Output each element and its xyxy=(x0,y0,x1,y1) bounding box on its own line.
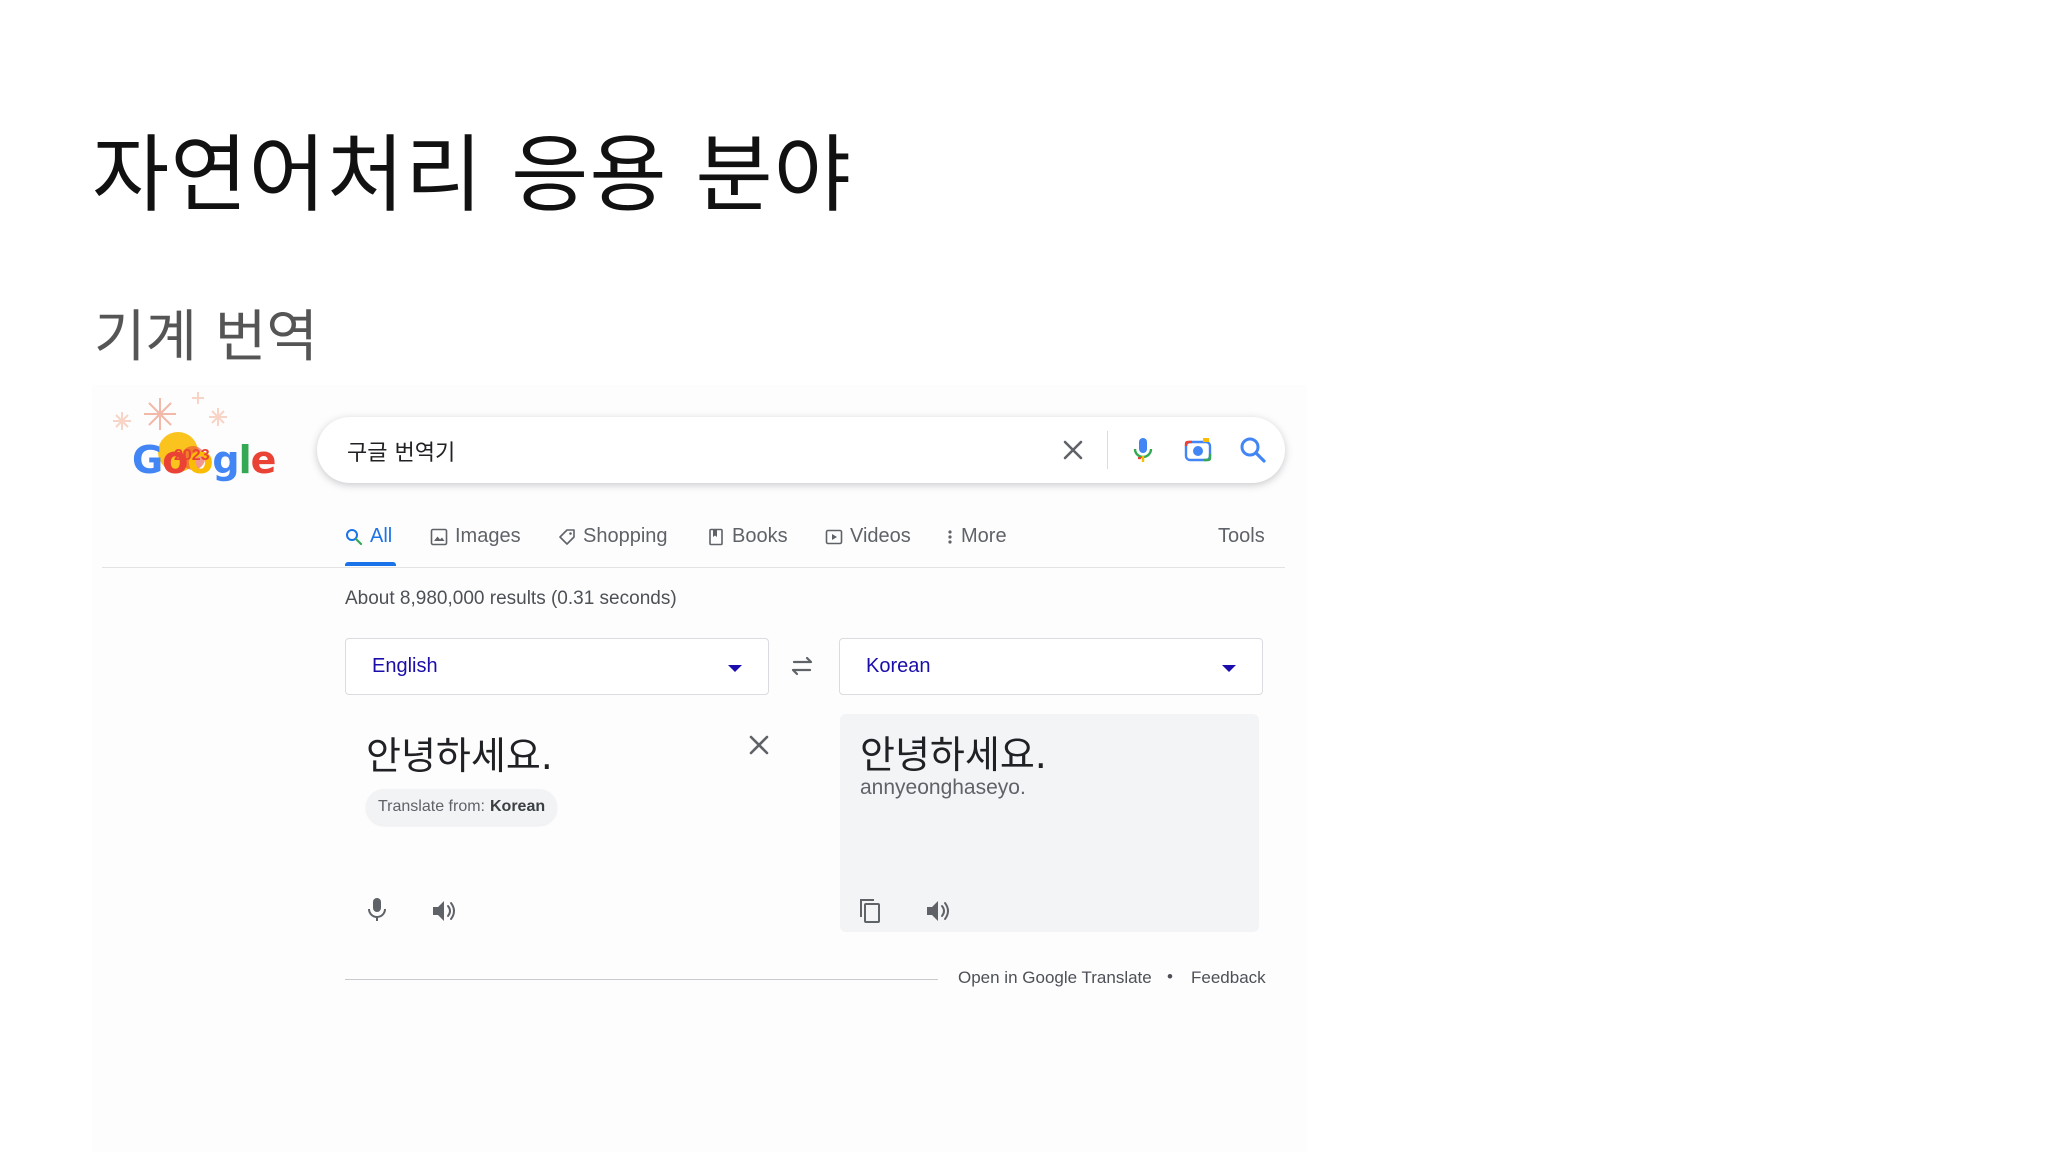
doodle-year: 2023 xyxy=(174,447,210,464)
dropdown-arrow-icon xyxy=(1222,665,1236,672)
image-icon xyxy=(430,528,448,545)
tab-books[interactable]: Books xyxy=(707,525,788,548)
translate-from-suggestion[interactable]: Translate from: Korean xyxy=(366,789,558,825)
video-icon xyxy=(825,529,843,544)
tab-label: All xyxy=(370,525,393,547)
footer-divider xyxy=(345,979,938,980)
romanization-text: annyeonghaseyo. xyxy=(860,776,1026,799)
active-tab-indicator xyxy=(345,562,396,566)
translation-output-panel: 안녕하세요. annyeonghaseyo. xyxy=(840,714,1259,932)
tools-label: Tools xyxy=(1218,525,1265,547)
source-language-select[interactable]: English xyxy=(345,638,769,695)
speaker-icon[interactable] xyxy=(429,896,459,926)
tab-label: Books xyxy=(732,525,788,547)
feedback-link[interactable]: Feedback xyxy=(1191,968,1266,988)
target-language-label: Korean xyxy=(866,655,931,677)
source-text-input[interactable]: 안녕하세요. xyxy=(366,725,553,780)
suggestion-prefix: Translate from: xyxy=(378,798,485,815)
open-in-translate-link[interactable]: Open in Google Translate xyxy=(958,968,1152,988)
tabs-divider xyxy=(102,567,1285,568)
tab-all[interactable]: All xyxy=(345,525,392,548)
search-input[interactable]: 구글 번역기 xyxy=(347,435,455,467)
target-language-select[interactable]: Korean xyxy=(839,638,1263,695)
google-doodle-logo[interactable]: Google 2023 xyxy=(100,390,290,500)
microphone-icon[interactable] xyxy=(362,895,392,925)
search-box[interactable]: 구글 번역기 xyxy=(317,417,1285,483)
tools-button[interactable]: Tools xyxy=(1218,525,1265,548)
tab-more[interactable]: More xyxy=(946,525,1007,548)
speaker-icon[interactable] xyxy=(923,896,953,926)
more-vert-icon xyxy=(948,529,952,544)
slide-title: 자연어처리 응용 분야 xyxy=(92,126,852,224)
swap-languages-icon[interactable] xyxy=(786,650,818,682)
tab-videos[interactable]: Videos xyxy=(825,525,911,548)
tab-label: More xyxy=(961,525,1007,547)
source-language-label: English xyxy=(372,655,438,677)
microphone-icon[interactable] xyxy=(1127,434,1159,466)
google-search-screenshot: Google 2023 구글 번역기 All Images Shopping B… xyxy=(92,385,1307,1152)
footer-separator: • xyxy=(1167,967,1173,986)
tab-label: Shopping xyxy=(583,525,668,547)
tab-images[interactable]: Images xyxy=(430,525,521,548)
slide-subtitle: 기계 번역 xyxy=(94,305,318,370)
translated-text: 안녕하세요. xyxy=(860,733,1047,777)
tag-icon xyxy=(559,528,575,545)
suggestion-language: Korean xyxy=(490,798,546,815)
search-divider xyxy=(1107,431,1108,469)
tab-label: Images xyxy=(455,525,521,547)
camera-icon[interactable] xyxy=(1182,434,1214,466)
copy-icon[interactable] xyxy=(856,896,886,926)
tab-shopping[interactable]: Shopping xyxy=(558,525,668,548)
book-icon xyxy=(709,528,723,545)
search-icon[interactable] xyxy=(1237,434,1269,466)
results-stats: About 8,980,000 results (0.31 seconds) xyxy=(345,588,677,609)
dropdown-arrow-icon xyxy=(728,665,742,672)
search-icon xyxy=(346,528,363,545)
clear-source-icon[interactable] xyxy=(744,730,774,760)
close-icon[interactable] xyxy=(1057,434,1089,466)
tab-label: Videos xyxy=(850,525,911,547)
